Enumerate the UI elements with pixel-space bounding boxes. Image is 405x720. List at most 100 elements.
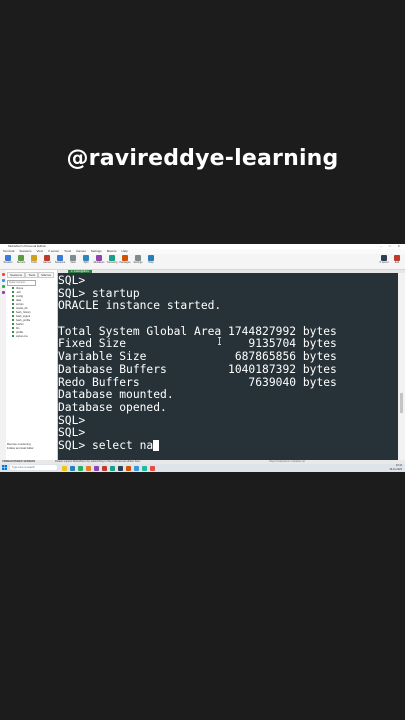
sidebar-tab[interactable]: Tools <box>25 272 39 278</box>
terminal-scrollbar[interactable] <box>398 273 405 460</box>
text-cursor-icon <box>218 337 221 345</box>
taskbar-app-icon[interactable] <box>70 465 75 471</box>
toolbar-button[interactable]: Sessions <box>54 255 66 267</box>
tree-item-label: config <box>16 295 23 298</box>
toolbar-button-label: Settings <box>133 261 143 264</box>
toolbar-button-label: Servers <box>16 261 26 264</box>
menu-item[interactable]: Tools <box>64 249 71 253</box>
menu-item[interactable]: Settings <box>91 249 102 253</box>
file-icon <box>12 291 14 294</box>
toolbar-button-label: X server <box>379 261 389 264</box>
taskbar-app-icon[interactable] <box>150 465 155 471</box>
toolbar-button-label: Tools <box>31 261 37 264</box>
terminal-line: Database mounted. <box>58 388 174 402</box>
file-icon <box>12 287 14 290</box>
toolbar-button[interactable]: Tools <box>28 255 40 267</box>
tree-item-label: bash_profile <box>16 319 31 322</box>
tree-item[interactable]: sqlnet.ora <box>12 335 31 339</box>
toolbar-button-label: Sessions <box>54 261 66 264</box>
toolbar-right-button[interactable]: Exit <box>391 255 403 267</box>
menu-item[interactable]: Sessions <box>19 249 31 253</box>
toolbar-button-label: Session <box>3 261 13 264</box>
taskbar-app-icon[interactable] <box>142 465 147 471</box>
toolbar-button-label: Games <box>42 261 52 264</box>
sidebar-search-input[interactable]: Quick connect... <box>7 280 36 286</box>
folder-icon[interactable] <box>1 279 5 282</box>
file-icon <box>12 315 14 318</box>
taskbar-search-input[interactable]: Type here to search <box>10 465 57 470</box>
toolbar-button[interactable]: Packages <box>119 255 131 267</box>
terminal-line: ORACLE instance started. <box>58 299 222 313</box>
menu-item[interactable]: Terminal <box>3 249 14 253</box>
main-toolbar: Session Servers Tools Games Sessions View Spli… <box>0 254 405 270</box>
taskbar-app-icon[interactable] <box>78 465 83 471</box>
channel-watermark: @ravireddye-learning <box>66 146 339 171</box>
file-icon <box>12 319 14 322</box>
file-icon <box>12 299 14 302</box>
file-icon <box>12 323 14 326</box>
menu-item[interactable]: Macros <box>107 249 117 253</box>
file-icon <box>12 335 14 338</box>
windows-taskbar: Type here to search 10:44 15-11-2023 <box>0 464 405 472</box>
taskbar-app-icon[interactable] <box>62 465 67 471</box>
windows-start-icon[interactable] <box>2 465 7 470</box>
terminal-pane[interactable]: SQL> SQL> startup ORACLE instance started.… <box>58 273 398 460</box>
scrollbar-thumb[interactable] <box>400 393 403 413</box>
toolbar-button[interactable]: Servers <box>15 255 27 267</box>
taskbar-app-icon[interactable] <box>118 465 123 471</box>
terminal-line: Database Buffers 1040187392 bytes <box>58 362 337 376</box>
tree-item-label: bashrc <box>16 323 24 326</box>
toolbar-button[interactable]: Tunneling <box>106 255 118 267</box>
macro-icon[interactable] <box>1 291 5 294</box>
toolbar-button[interactable]: Session <box>2 255 14 267</box>
menu-item[interactable]: Games <box>76 249 86 253</box>
toolbar-button-label: Tunneling <box>106 261 118 264</box>
taskbar-app-icon[interactable] <box>126 465 131 471</box>
tree-item-label: /home <box>16 287 24 290</box>
tree-item-label: .ssh <box>16 291 21 294</box>
toolbar-button[interactable]: View <box>67 255 79 267</box>
terminal-line: Database opened. <box>58 400 167 414</box>
taskbar-app-icon[interactable] <box>110 465 115 471</box>
toolbar-button[interactable]: MultiExec <box>93 255 105 267</box>
tools-icon[interactable] <box>1 285 5 288</box>
taskbar-app-icon[interactable] <box>134 465 139 471</box>
toolbar-button-label: Packages <box>119 261 131 264</box>
tree-item-label: scripts <box>16 303 24 306</box>
file-icon <box>12 303 14 306</box>
file-icon <box>12 331 14 334</box>
star-icon[interactable] <box>1 273 5 276</box>
sidebar-tabs: Sessions Tools Macros <box>7 272 55 278</box>
desktop-screen: MobaXterm Personal Edition – □ ✕ Termina… <box>0 244 405 472</box>
file-icon <box>12 327 14 330</box>
terminal-input-text: SQL> select na <box>58 438 154 452</box>
toolbar-button[interactable]: Help <box>145 255 157 267</box>
menu-item[interactable]: View <box>37 249 43 253</box>
system-tray-clock[interactable]: 10:44 15-11-2023 <box>389 464 402 472</box>
toolbar-button[interactable]: Settings <box>132 255 144 267</box>
tree-item-label: bin <box>16 327 20 330</box>
taskbar-app-icon[interactable] <box>86 465 91 471</box>
menu-item[interactable]: Help <box>122 249 128 253</box>
menu-item[interactable]: X server <box>48 249 59 253</box>
toolbar-button[interactable]: Split <box>80 255 92 267</box>
tree-item-label: bash_logout <box>16 315 31 318</box>
sidebar-rail <box>0 270 6 460</box>
toolbar-right-button[interactable]: X server <box>378 255 390 267</box>
taskbar-app-icon[interactable] <box>102 465 107 471</box>
toolbar-button[interactable]: Games <box>41 255 53 267</box>
file-icon <box>12 307 14 310</box>
file-icon <box>12 311 14 314</box>
terminal-input-line[interactable]: SQL> select na <box>58 438 337 453</box>
remote-monitoring-panel: Remote monitoring Follow terminal folder <box>7 442 53 456</box>
tree-item-label: data <box>16 299 22 302</box>
terminal-line: SQL> <box>58 413 86 427</box>
toolbar-button-label: View <box>70 261 76 264</box>
toolbar-button-label: MultiExec <box>93 261 105 264</box>
follow-folder-checkbox[interactable]: Follow terminal folder <box>7 446 53 450</box>
taskbar-app-icon[interactable] <box>94 465 99 471</box>
sidebar-tab[interactable]: Sessions <box>7 272 26 278</box>
toolbar-button-label: Exit <box>394 261 400 264</box>
sidebar-tab[interactable]: Macros <box>38 272 55 278</box>
